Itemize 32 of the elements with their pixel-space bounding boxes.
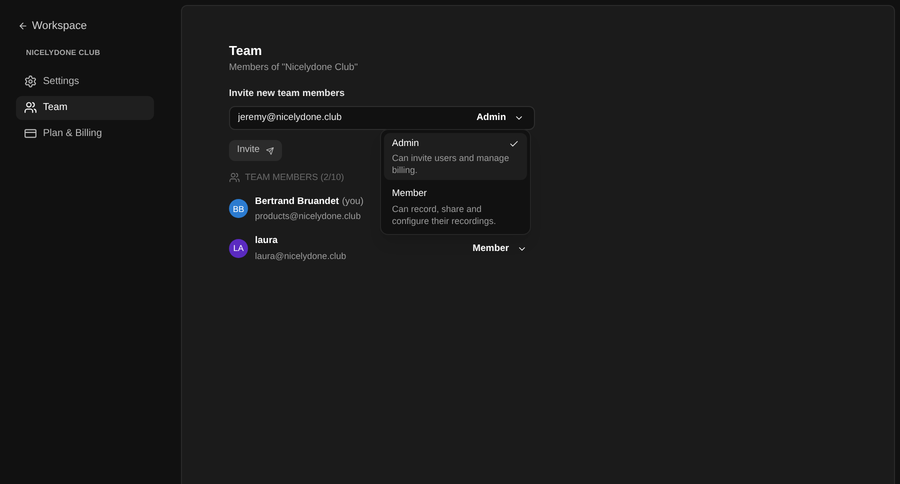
role-option[interactable]: Admin Can invite users and manage billing. xyxy=(384,133,527,180)
arrow-left-icon xyxy=(18,21,28,32)
back-link[interactable]: Workspace xyxy=(16,18,165,34)
page-subtitle: Members of "Nicelydone Club" xyxy=(229,60,359,74)
member-email: products@nicelydone.club xyxy=(255,210,362,223)
member-role-select[interactable]: Member xyxy=(472,242,527,256)
role-option-title: Member xyxy=(392,187,427,202)
members-heading: TEAM MEMBERS (2/10) xyxy=(245,171,344,184)
role-option-description: Can record, share and configure their recordings. xyxy=(392,202,498,226)
member-name: laura xyxy=(255,234,278,248)
check-icon xyxy=(509,139,519,150)
sidebar-item[interactable]: Plan & Billing xyxy=(16,122,154,146)
users-icon xyxy=(24,101,37,114)
member-email: laura@nicelydone.club xyxy=(255,250,346,263)
send-icon xyxy=(266,146,274,154)
sidebar-item[interactable]: Team xyxy=(16,96,154,120)
sidebar-item[interactable]: Settings xyxy=(16,70,154,94)
role-select[interactable]: Admin xyxy=(476,110,524,126)
card-icon xyxy=(24,127,37,140)
role-option[interactable]: Member Can record, share and configure their recordings. xyxy=(384,183,527,230)
avatar: LA xyxy=(229,239,248,258)
page-title: Team xyxy=(229,42,263,60)
users-icon xyxy=(229,172,240,184)
role-option-description: Can invite users and manage billing. xyxy=(392,152,510,176)
settings-icon xyxy=(24,75,37,88)
member-name: Bertrand Bruandet xyxy=(255,194,339,208)
invite-label: Invite new team members xyxy=(229,86,346,101)
avatar: BB xyxy=(229,199,248,218)
invite-email-field[interactable]: jeremy@nicelydone.club Admin xyxy=(229,106,535,130)
you-label: (you) xyxy=(342,194,364,208)
invite-button[interactable]: Invite xyxy=(229,140,282,161)
role-option-title: Admin xyxy=(392,137,419,151)
